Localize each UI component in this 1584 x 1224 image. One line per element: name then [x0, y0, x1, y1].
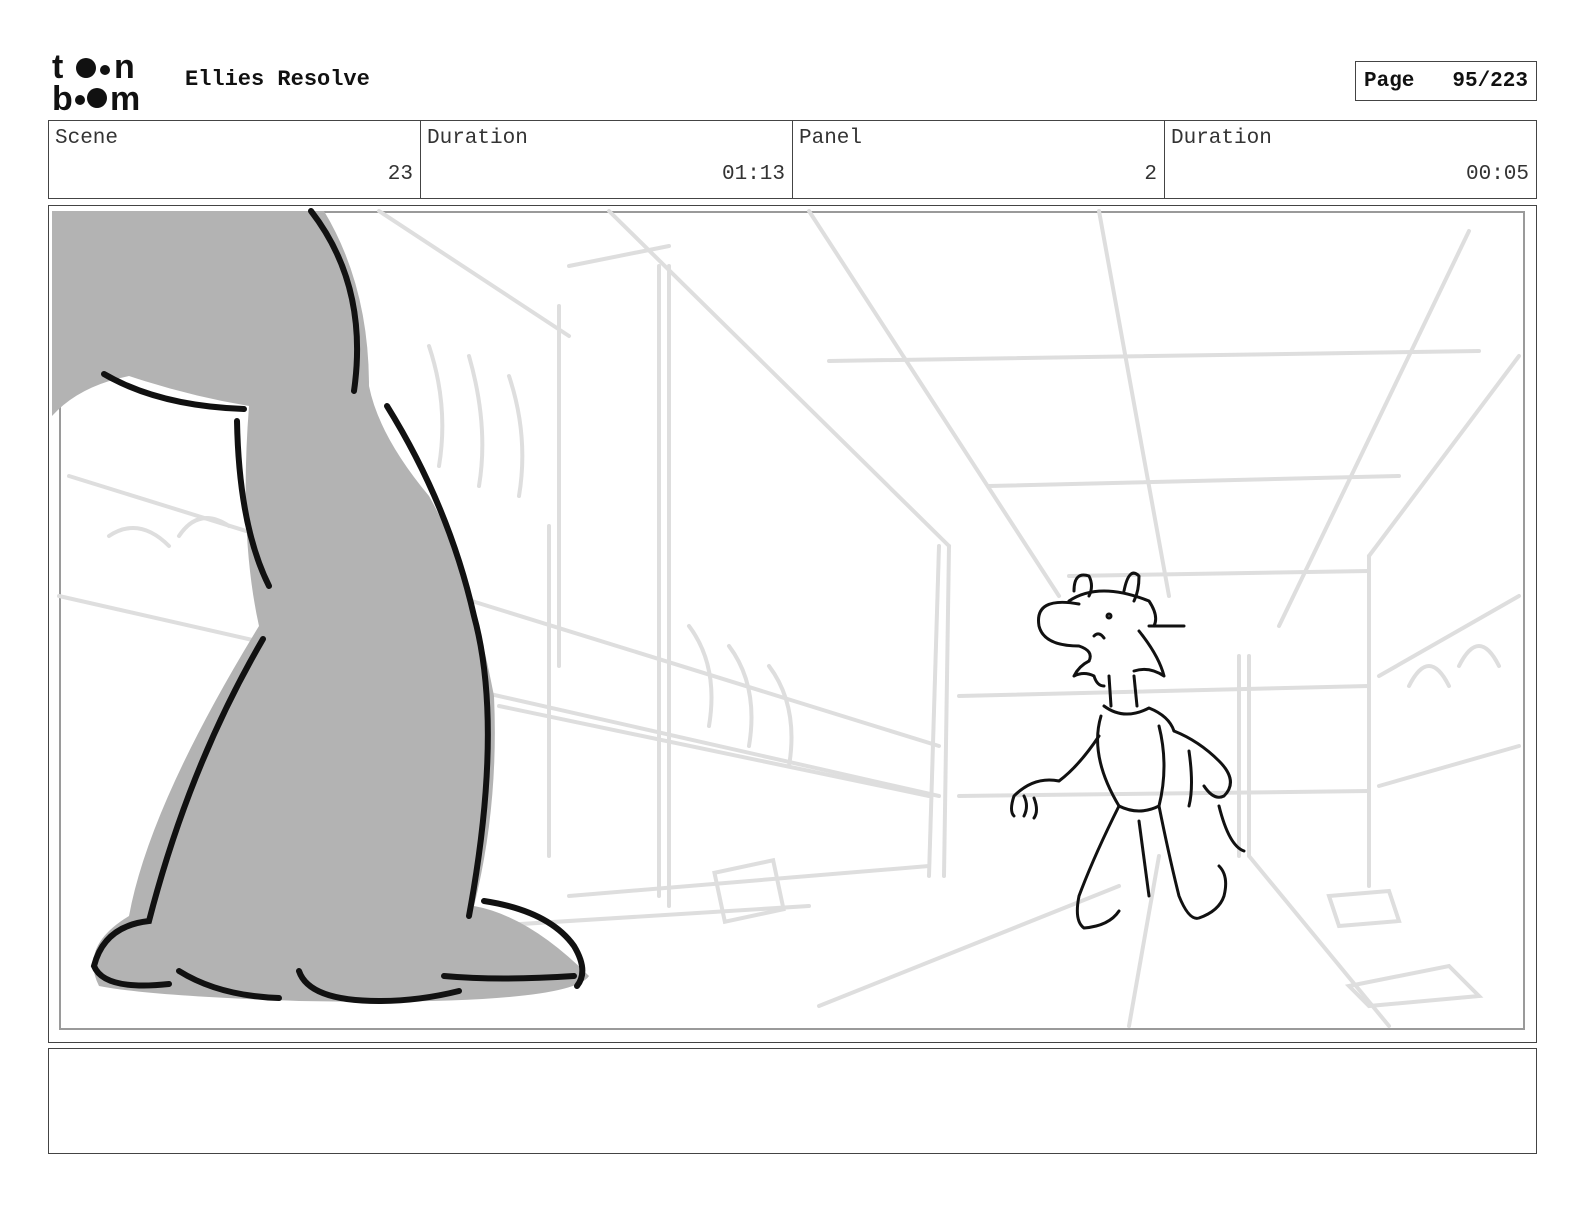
scene-value: 23 [387, 163, 413, 186]
panel-duration-label: Duration [1171, 127, 1272, 150]
page-indicator: Page 95/223 [1355, 61, 1537, 101]
panel-cell: Panel 2 [793, 121, 1165, 198]
panel-label: Panel [799, 127, 863, 150]
scene-duration-value: 01:13 [721, 163, 785, 186]
panel-notes-box [48, 1048, 1537, 1154]
panel-duration-cell: Duration 00:05 [1165, 121, 1536, 198]
panel-value: 2 [1144, 163, 1157, 186]
storyboard-panel [48, 205, 1537, 1043]
svg-text:b: b [52, 80, 73, 112]
scene-duration-label: Duration [427, 127, 528, 150]
page-label: Page [1364, 69, 1415, 93]
scene-duration-cell: Duration 01:13 [421, 121, 793, 198]
document-title: Ellies Resolve [185, 67, 370, 92]
scene-cell: Scene 23 [49, 121, 421, 198]
page-number: 95/223 [1452, 69, 1528, 93]
panel-duration-value: 00:05 [1465, 163, 1529, 186]
scene-label: Scene [55, 127, 119, 150]
panel-drawing [49, 206, 1535, 1041]
svg-text:m: m [110, 80, 140, 112]
scene-info-row: Scene 23 Duration 01:13 Panel 2 Duration… [48, 120, 1537, 199]
toon-boom-logo: t n b m [52, 48, 164, 118]
